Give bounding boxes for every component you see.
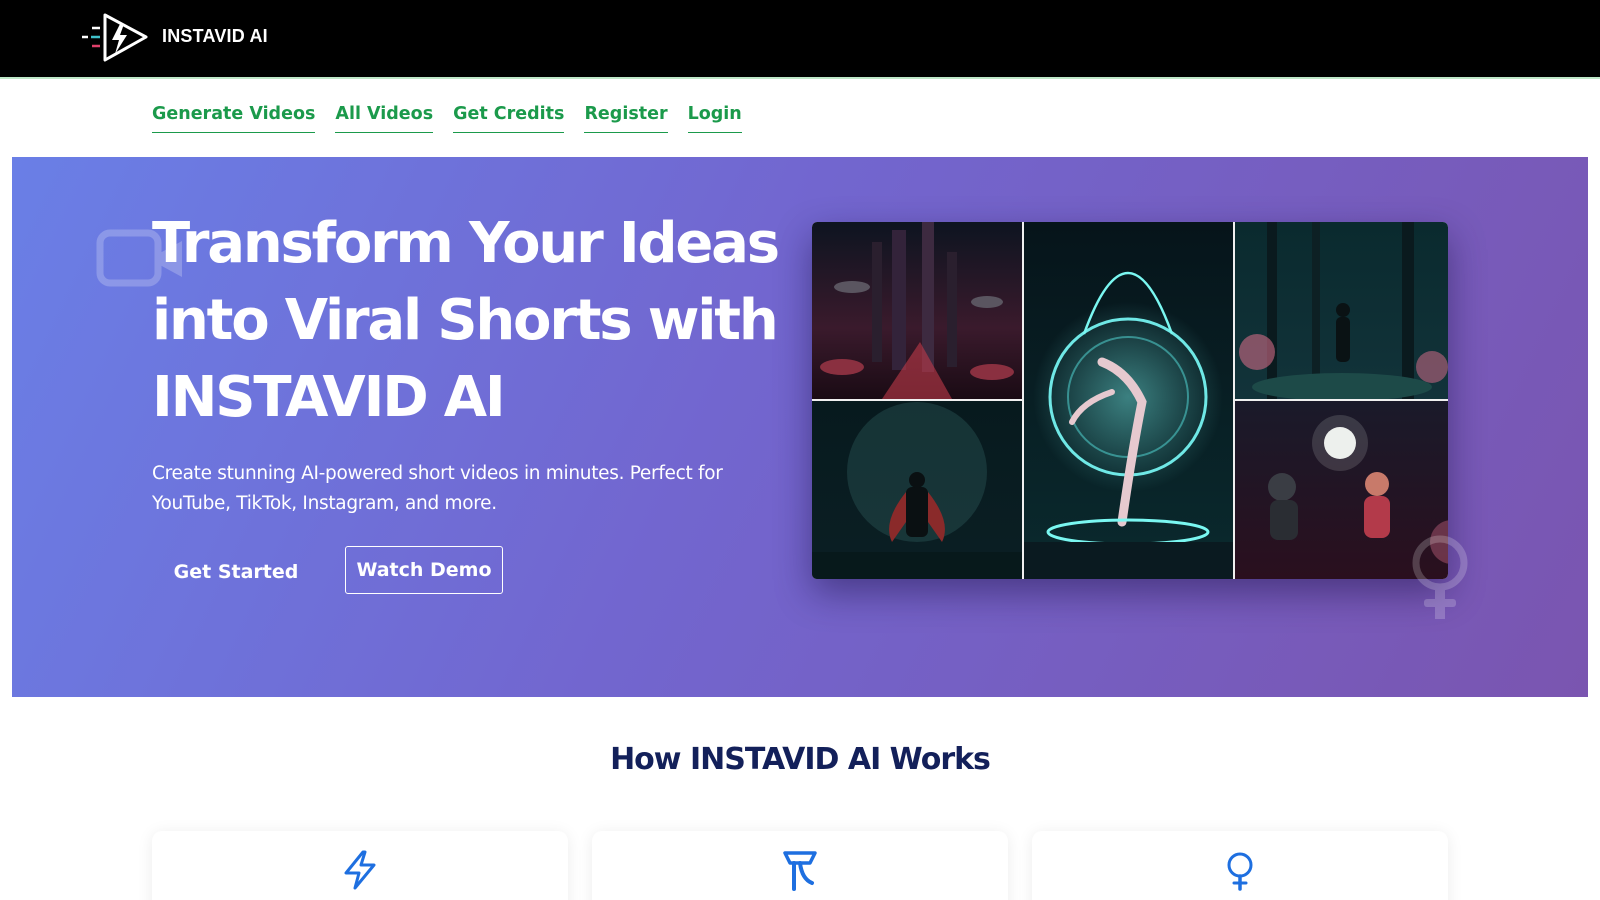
nav-register[interactable]: Register [584, 104, 668, 133]
brand-name: INSTAVID AI [162, 26, 268, 46]
hero-title: Transform Your Ideas into Viral Shorts w… [152, 211, 780, 430]
hero-subtitle: Create stunning AI-powered short videos … [152, 463, 723, 514]
lightning-icon [344, 850, 376, 890]
feature-card-3 [1032, 831, 1448, 900]
lightbulb-icon [1412, 535, 1468, 619]
video-collage-image [812, 222, 1448, 579]
main-nav: Generate Videos All Videos Get Credits R… [152, 104, 762, 133]
get-started-button[interactable]: Get Started [152, 548, 320, 596]
nav-generate-videos[interactable]: Generate Videos [152, 104, 316, 133]
magic-wand-icon [783, 851, 817, 891]
watch-demo-button[interactable]: Watch Demo [345, 546, 503, 594]
nav-login[interactable]: Login [687, 104, 742, 133]
lightbulb-icon [1227, 852, 1253, 891]
nav-get-credits[interactable]: Get Credits [453, 104, 565, 133]
nav-all-videos[interactable]: All Videos [335, 104, 434, 133]
feature-card-2 [592, 831, 1008, 900]
top-bar: INSTAVID AI [0, 0, 1600, 79]
brand-logo[interactable]: INSTAVID AI [80, 12, 268, 64]
how-it-works-heading: How INSTAVID AI Works [610, 742, 991, 777]
lightning-play-icon [82, 13, 148, 62]
feature-card-1 [152, 831, 568, 900]
hero-section: Transform Your Ideas into Viral Shorts w… [12, 157, 1588, 697]
